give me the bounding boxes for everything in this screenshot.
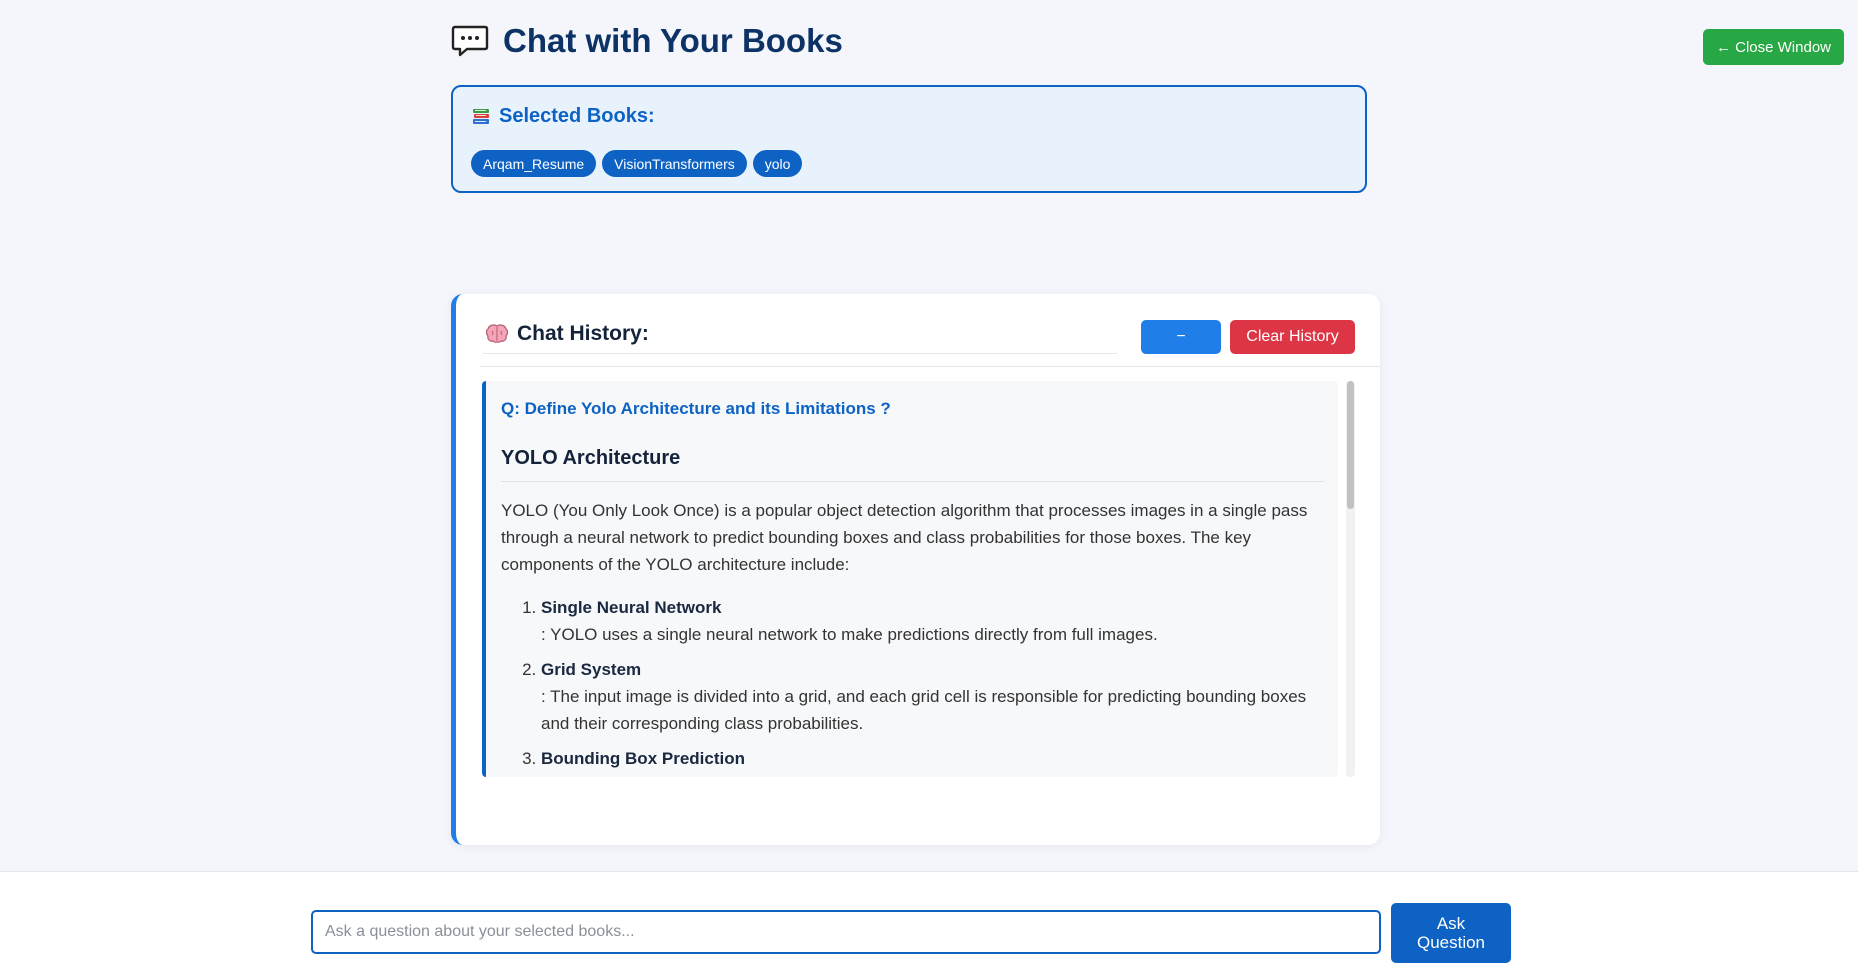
book-tags: Arqam_Resume VisionTransformers yolo	[471, 150, 803, 177]
brain-icon	[485, 324, 509, 343]
step-title: Single Neural Network	[541, 598, 722, 617]
chat-history-card: Chat History: − Clear History Q: Define …	[451, 294, 1380, 845]
collapse-history-button[interactable]: −	[1141, 320, 1221, 354]
book-tag: VisionTransformers	[602, 150, 747, 177]
chat-history-header: Chat History:	[485, 322, 649, 346]
chat-scrollbar[interactable]	[1346, 381, 1355, 777]
step-description: : The input image is divided into a grid…	[541, 687, 1307, 733]
scrollbar-thumb[interactable]	[1347, 381, 1354, 509]
close-window-button[interactable]: ← Close Window	[1703, 29, 1844, 65]
ask-question-button[interactable]: Ask Question	[1391, 903, 1511, 963]
answer-steps: Single Neural Network : YOLO uses a sing…	[501, 594, 1324, 772]
step-description: : YOLO uses a single neural network to m…	[541, 625, 1158, 644]
chat-history-title: Chat History:	[517, 322, 649, 345]
book-tag: Arqam_Resume	[471, 150, 597, 177]
list-item: Single Neural Network : YOLO uses a sing…	[541, 594, 1324, 648]
answer-heading: YOLO Architecture	[501, 447, 1324, 482]
answer-intro: YOLO (You Only Look Once) is a popular o…	[501, 501, 1308, 574]
selected-books-label: Selected Books:	[499, 105, 655, 127]
step-title: Grid System	[541, 660, 642, 679]
question-input[interactable]	[311, 910, 1381, 954]
step-title: Bounding Box Prediction	[541, 749, 745, 768]
page-title: Chat with Your Books	[503, 22, 843, 59]
list-item: Bounding Box Prediction	[541, 745, 1324, 772]
speech-bubble-icon	[451, 25, 489, 57]
chat-question: Q: Define Yolo Architecture and its Limi…	[501, 399, 891, 418]
chat-entry: Q: Define Yolo Architecture and its Limi…	[482, 381, 1338, 777]
page-header: Chat with Your Books	[451, 22, 843, 60]
header-divider	[480, 366, 1380, 367]
list-item: Grid System : The input image is divided…	[541, 656, 1324, 737]
book-tag: yolo	[752, 150, 803, 177]
ask-bar: Ask Question	[0, 871, 1858, 979]
chat-with-books-page: ← Close Window Chat with Your Books Sele…	[0, 0, 1858, 979]
books-icon	[473, 108, 489, 124]
selected-books-panel: Selected Books: Arqam_Resume VisionTrans…	[451, 85, 1367, 193]
header-underline	[483, 353, 1117, 354]
clear-history-button[interactable]: Clear History	[1230, 320, 1355, 354]
selected-books-heading: Selected Books:	[471, 105, 655, 128]
